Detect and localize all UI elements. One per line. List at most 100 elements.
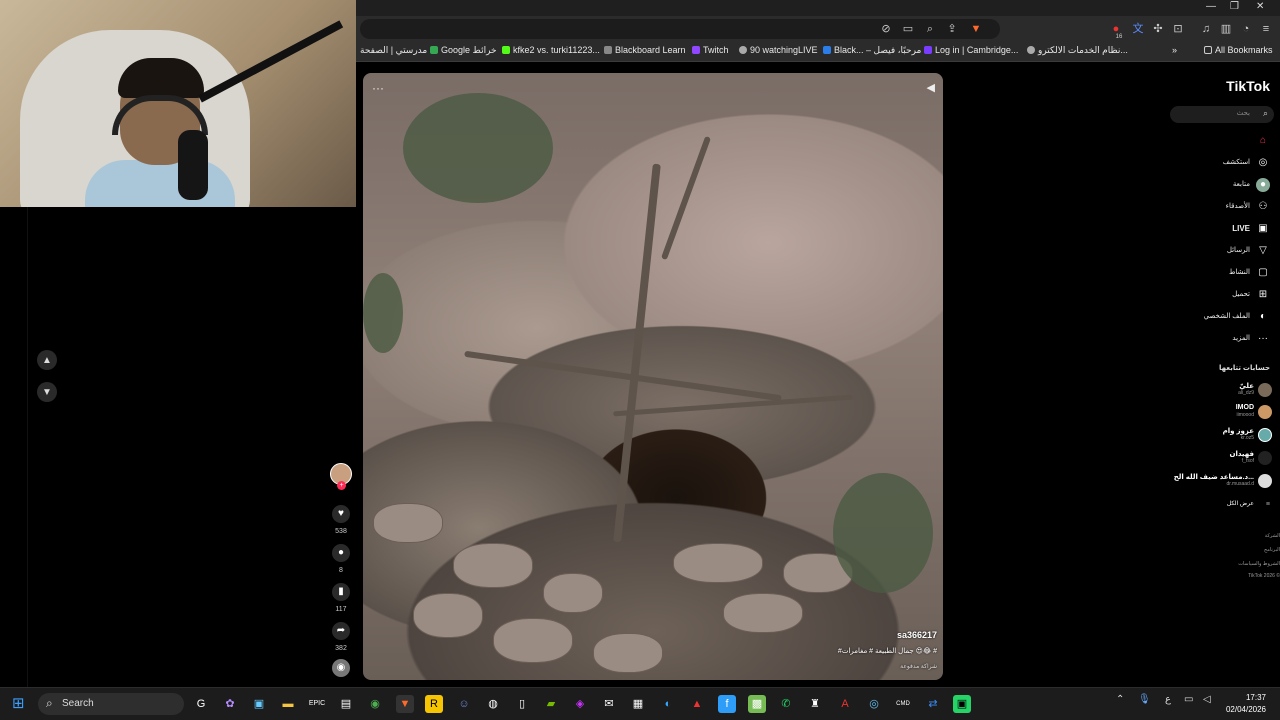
- volume-icon[interactable]: ◀: [927, 81, 935, 94]
- whatsapp-icon[interactable]: ✆: [777, 695, 795, 713]
- volume-icon[interactable]: ◁: [1203, 694, 1211, 705]
- chrome-icon[interactable]: ◉: [366, 695, 384, 713]
- bookmark-item[interactable]: Google خرائط: [430, 45, 497, 56]
- brave-icon[interactable]: ▼: [396, 695, 414, 713]
- translate-off-icon[interactable]: ⊘: [878, 21, 894, 37]
- nav-activity[interactable]: النشاط ▢: [1167, 265, 1272, 281]
- nav-home[interactable]: ⌂: [1167, 133, 1272, 149]
- footer-program[interactable]: البرنامج: [1264, 547, 1280, 553]
- brave-shield-icon[interactable]: ▼: [968, 21, 984, 37]
- chevron-up-icon: ▲: [42, 354, 52, 366]
- footer-terms[interactable]: الشروط والسياسات: [1238, 561, 1280, 567]
- taskbar-search[interactable]: ⌕ Search: [38, 693, 184, 715]
- bookmark-item[interactable]: kfke2 vs. turki11223...: [502, 45, 600, 55]
- next-video-button[interactable]: ▼: [37, 382, 57, 402]
- app-icon[interactable]: ✿: [221, 695, 239, 713]
- network-icon[interactable]: ▭: [1184, 694, 1193, 705]
- document-icon[interactable]: ▯: [513, 695, 531, 713]
- followed-account[interactable]: عليّ ali_dz9: [1169, 381, 1274, 399]
- nav-upload[interactable]: تحميل ⊞: [1167, 287, 1272, 303]
- bookmark-item[interactable]: مدرستي | الصفحة: [360, 45, 427, 56]
- bookmark-item[interactable]: 90 watchingLIVE: [739, 45, 818, 55]
- save-button[interactable]: ▮: [332, 583, 350, 601]
- puzzle-icon[interactable]: ✣: [1150, 21, 1166, 37]
- search-icon: ⌕: [1262, 108, 1268, 118]
- followed-account[interactable]: د.مساعد ضيف الله الح... dr.musaad.d: [1169, 472, 1274, 490]
- bookmarks-overflow-icon[interactable]: »: [1172, 45, 1177, 55]
- app-icon[interactable]: ♜: [806, 695, 824, 713]
- video-username[interactable]: sa366217: [897, 630, 937, 640]
- nav-following[interactable]: متابعة ●: [1167, 177, 1272, 193]
- app-icon[interactable]: R: [425, 695, 443, 713]
- restore-icon[interactable]: ❐: [1230, 1, 1239, 12]
- app-icon[interactable]: ⇄: [924, 695, 942, 713]
- microphone-icon[interactable]: 🎙: [1138, 694, 1151, 705]
- share-icon[interactable]: ⇪: [944, 21, 960, 37]
- app-icon[interactable]: CMD: [894, 695, 912, 713]
- store-icon[interactable]: ▣: [250, 695, 268, 713]
- nav-live[interactable]: LIVE ▣: [1167, 221, 1272, 237]
- minimize-icon[interactable]: —: [1206, 1, 1216, 12]
- follow-plus-icon[interactable]: +: [337, 481, 346, 490]
- account-name: د.مساعد ضيف الله الح...: [1173, 474, 1254, 481]
- app-icon[interactable]: ▣: [953, 695, 971, 713]
- bookmark-item[interactable]: Twitch: [692, 45, 729, 55]
- followed-account[interactable]: فهيدان f_fsof: [1169, 449, 1274, 467]
- share-button[interactable]: ➦: [332, 622, 350, 640]
- notepad-icon[interactable]: ▤: [337, 695, 355, 713]
- bookmark-item[interactable]: Log in | Cambridge...: [924, 45, 1018, 55]
- nav-more[interactable]: المزيد ···: [1167, 331, 1272, 347]
- app-icon[interactable]: f: [718, 695, 736, 713]
- nvidia-icon[interactable]: ▰: [542, 695, 560, 713]
- steam-icon[interactable]: ◎: [865, 695, 883, 713]
- app-icon[interactable]: ▲: [688, 695, 706, 713]
- comment-button[interactable]: ●: [332, 544, 350, 562]
- taskbar-search-label: Search: [62, 698, 94, 709]
- bookmark-item[interactable]: Black... – مرحبًا، فيصل: [823, 45, 921, 56]
- edge-icon[interactable]: ◐: [659, 695, 677, 713]
- windows-start-icon[interactable]: ⊞: [12, 696, 28, 712]
- all-bookmarks-button[interactable]: All Bookmarks: [1204, 45, 1273, 55]
- language-indicator[interactable]: ع: [1165, 694, 1171, 705]
- tab-search-icon[interactable]: ⊡: [1170, 21, 1186, 37]
- nav-messages[interactable]: الرسائل ▽: [1167, 243, 1272, 259]
- sidebar-icon[interactable]: ▥: [1218, 21, 1234, 37]
- search-input[interactable]: بحث ⌕: [1170, 106, 1274, 123]
- like-button[interactable]: ♥: [332, 505, 350, 523]
- file-explorer-icon[interactable]: ▬: [279, 695, 297, 713]
- app-icon[interactable]: ◈: [571, 695, 589, 713]
- followed-account[interactable]: IMOD iimoood: [1169, 403, 1274, 421]
- epic-games-icon[interactable]: EPIC: [308, 695, 326, 713]
- cast-icon[interactable]: ▭: [900, 21, 916, 37]
- followed-account[interactable]: عزوز وام kr.oz5: [1169, 426, 1274, 444]
- nav-profile[interactable]: الملف الشخصي ◐: [1167, 309, 1272, 325]
- see-all-link[interactable]: عرض الكل ≡: [1169, 499, 1274, 517]
- app-icon[interactable]: G: [192, 695, 210, 713]
- zoom-icon[interactable]: ⌕: [922, 21, 938, 37]
- translate-icon[interactable]: 文: [1130, 21, 1146, 37]
- screen: ▲ ▼ — ❐ ✕ ⊘ ▭ ⌕ ⇪ ▼ ● 16 文 ✣ ⊡ ♫ ▥ ◔ ≡ م…: [0, 0, 1280, 720]
- previous-video-button[interactable]: ▲: [37, 350, 57, 370]
- bookmark-item[interactable]: نظام الخدمات الالكترو...: [1027, 45, 1128, 56]
- app-icon[interactable]: ▦: [629, 695, 647, 713]
- bookmark-item[interactable]: Blackboard Learn: [604, 45, 686, 55]
- footer-company[interactable]: الشركة: [1265, 533, 1280, 539]
- system-clock[interactable]: 17:37 02/04/2026: [1226, 692, 1266, 716]
- wallet-icon[interactable]: ◔: [1238, 21, 1254, 37]
- music-disc[interactable]: ◉: [332, 659, 350, 677]
- close-icon[interactable]: ✕: [1256, 1, 1264, 12]
- app-icon[interactable]: A: [836, 695, 854, 713]
- media-icon[interactable]: ♫: [1198, 21, 1214, 37]
- video-player[interactable]: ··· ◀ sa366217 #جمال الطبيعة # مغامرات 😍…: [363, 73, 943, 680]
- menu-icon[interactable]: ≡: [1258, 21, 1274, 37]
- mail-icon[interactable]: ✉: [600, 695, 618, 713]
- nav-explore[interactable]: استكشف ◎: [1167, 155, 1272, 171]
- tray-overflow-icon[interactable]: ⌃: [1116, 694, 1124, 705]
- nav-friends[interactable]: الأصدقاء ⚇: [1167, 199, 1272, 215]
- tiktok-logo[interactable]: TikTok: [1226, 78, 1270, 94]
- account-handle: f_fsof: [1241, 458, 1254, 464]
- minecraft-icon[interactable]: ▩: [748, 695, 766, 713]
- more-options-icon[interactable]: ···: [372, 81, 384, 95]
- discord-icon[interactable]: ☺: [455, 695, 473, 713]
- app-icon[interactable]: ◍: [484, 695, 502, 713]
